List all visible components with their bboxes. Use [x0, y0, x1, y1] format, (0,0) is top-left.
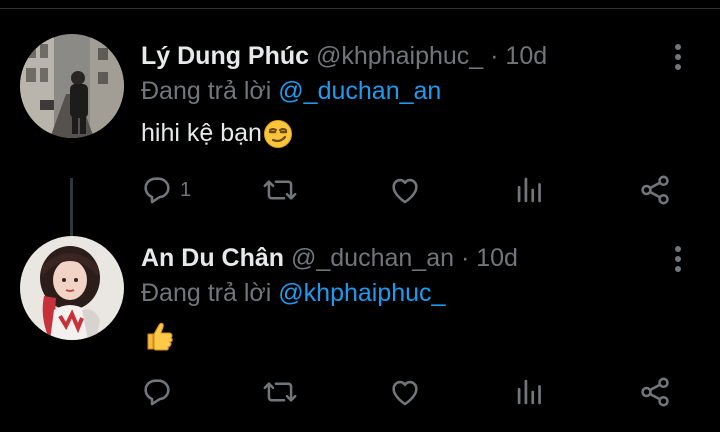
analytics-icon	[517, 177, 541, 203]
mention-link[interactable]: @_duchan_an	[278, 77, 441, 105]
retweet-icon	[263, 180, 297, 200]
retweet-button[interactable]	[262, 170, 298, 210]
share-button[interactable]	[638, 372, 672, 412]
tweet-actions: 1	[0, 170, 720, 210]
analytics-icon	[517, 379, 541, 405]
separator: ·	[460, 244, 470, 272]
timestamp[interactable]: 10d	[505, 42, 547, 70]
username[interactable]: @_duchan_an	[291, 244, 454, 272]
smirking-face-emoji	[263, 120, 292, 149]
retweet-button[interactable]	[262, 372, 298, 412]
replying-to: Đang trả lời @khphaiphuc_	[141, 276, 445, 310]
replying-to-label: Đang trả lời	[141, 279, 272, 307]
reply-button[interactable]	[140, 372, 180, 412]
thumbs-up-emoji	[147, 323, 173, 351]
analytics-button[interactable]	[515, 170, 545, 210]
mention-link[interactable]: @khphaiphuc_	[278, 279, 445, 307]
avatar[interactable]	[20, 236, 124, 340]
replying-to: Đang trả lời @_duchan_an	[141, 74, 441, 108]
reply-button[interactable]: 1	[140, 170, 191, 210]
timestamp[interactable]: 10d	[476, 244, 518, 272]
like-icon	[392, 380, 418, 406]
retweet-icon	[263, 382, 297, 402]
tweet-header: Lý Dung Phúc @khphaiphuc_ · 10d	[141, 40, 547, 72]
username[interactable]: @khphaiphuc_	[316, 42, 483, 70]
separator: ·	[490, 42, 499, 70]
like-button[interactable]	[388, 372, 422, 412]
tweet-text: hihi kệ bạn	[141, 116, 293, 150]
more-icon[interactable]	[666, 244, 690, 274]
tweet-actions	[0, 372, 720, 412]
reply-icon	[144, 379, 170, 406]
tweet[interactable]: An Du Chân @_duchan_an · 10d Đang trả lờ…	[0, 236, 720, 426]
display-name[interactable]: An Du Chân	[141, 244, 284, 272]
share-icon	[641, 377, 669, 407]
replying-to-label: Đang trả lời	[141, 77, 272, 105]
share-button[interactable]	[638, 170, 672, 210]
tweet-text	[141, 318, 176, 353]
more-icon[interactable]	[666, 42, 690, 72]
tweet-header: An Du Chân @_duchan_an · 10d	[141, 242, 518, 274]
analytics-button[interactable]	[515, 372, 545, 412]
reply-count: 1	[180, 178, 192, 201]
tweet[interactable]: Lý Dung Phúc @khphaiphuc_ · 10d Đang trả…	[0, 34, 720, 240]
share-icon	[641, 175, 669, 205]
top-divider	[0, 8, 720, 9]
like-button[interactable]	[388, 170, 422, 210]
tweet-text-content: hihi kệ bạn	[141, 119, 262, 147]
reply-icon	[144, 177, 170, 204]
like-icon	[392, 178, 418, 204]
avatar[interactable]	[20, 34, 124, 138]
display-name[interactable]: Lý Dung Phúc	[141, 42, 309, 70]
